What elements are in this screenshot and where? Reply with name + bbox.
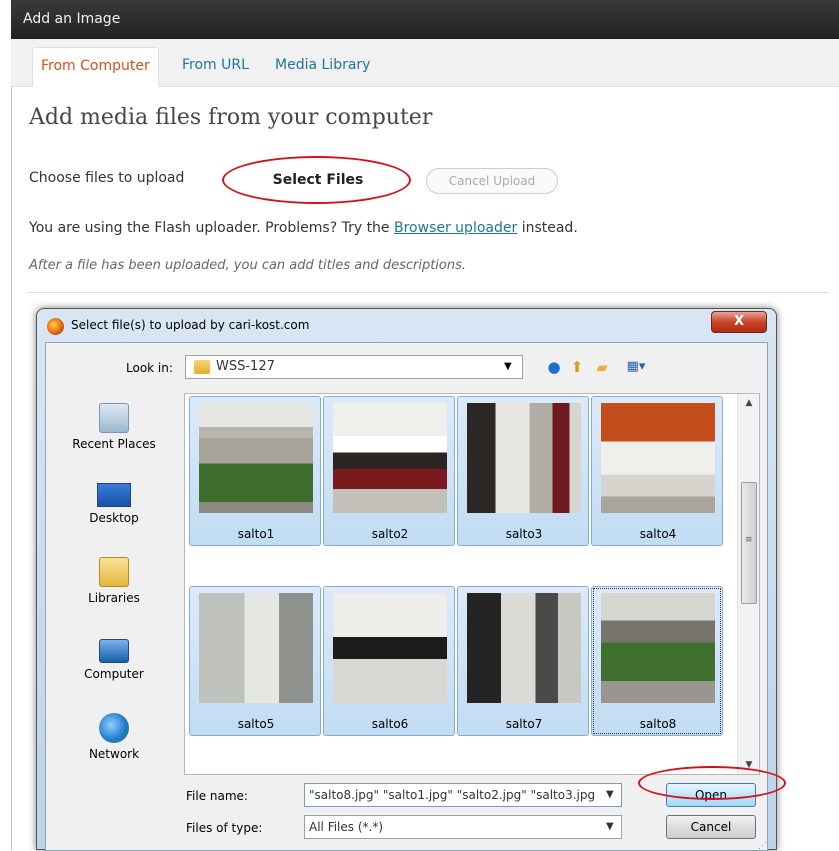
look-in-dropdown-arrow-icon[interactable]: ▼ (504, 355, 512, 379)
file-label: salto4 (639, 527, 677, 541)
thumbnail-image (601, 403, 715, 513)
flash-note-suffix: instead. (521, 220, 578, 236)
place-label: Desktop (89, 511, 139, 525)
file-label: salto8 (639, 717, 677, 731)
computer-icon (99, 639, 129, 663)
files-of-type-label: Files of type: (186, 821, 263, 835)
thumbnail-image (467, 593, 581, 703)
tab-media-library[interactable]: Media Library (267, 47, 378, 87)
file-item-salto4[interactable]: salto4 (591, 396, 723, 546)
highlight-ellipse-select-files (222, 156, 411, 204)
panel-tabs: From Computer From URL Media Library (11, 39, 839, 87)
file-item-salto1[interactable]: salto1 (189, 396, 321, 546)
look-in-select[interactable]: WSS-127 (185, 355, 523, 379)
thumbnail-image (199, 403, 313, 513)
view-menu-icon[interactable]: ▦▾ (620, 357, 652, 377)
place-desktop[interactable]: Desktop (58, 483, 170, 525)
desktop-icon (97, 483, 131, 507)
choose-files-label: Choose files to upload (29, 170, 185, 186)
tab-from-url[interactable]: From URL (174, 47, 257, 87)
thumbnail-image (601, 593, 715, 703)
panel-divider (29, 292, 829, 293)
panel-left-border (11, 39, 12, 850)
thumbnail-image (333, 593, 447, 703)
file-label: salto2 (371, 527, 409, 541)
file-item-salto6[interactable]: salto6 (323, 586, 455, 736)
libraries-icon (99, 557, 129, 587)
new-folder-icon[interactable]: ▰ (592, 357, 612, 377)
scrollbar-thumb[interactable]: ≡ (741, 482, 757, 604)
flash-uploader-note: You are using the Flash uploader. Proble… (29, 220, 578, 236)
file-label: salto6 (371, 717, 409, 731)
place-label: Computer (84, 667, 144, 681)
dialog-close-button[interactable]: X (711, 311, 767, 333)
flash-note-prefix: You are using the Flash uploader. Proble… (29, 220, 390, 236)
file-list[interactable]: salto1 salto2 salto3 salto4 salto5 salto… (184, 393, 760, 775)
file-item-salto3[interactable]: salto3 (457, 396, 589, 546)
place-computer[interactable]: Computer (58, 639, 170, 681)
file-name-dropdown-arrow-icon[interactable]: ▼ (606, 783, 614, 807)
file-name-label: File name: (186, 789, 248, 803)
network-icon (99, 713, 129, 743)
dialog-title-bar[interactable]: Select file(s) to upload by cari-kost.co… (37, 309, 776, 343)
place-label: Libraries (88, 591, 140, 605)
browser-uploader-link[interactable]: Browser uploader (394, 220, 517, 236)
tab-from-computer[interactable]: From Computer (32, 47, 159, 87)
recent-places-icon (99, 403, 129, 433)
files-of-type-dropdown-arrow-icon[interactable]: ▼ (606, 815, 614, 839)
files-of-type-select[interactable]: All Files (*.*) (304, 815, 622, 839)
scroll-up-arrow-icon[interactable]: ▲ (738, 394, 760, 412)
place-label: Recent Places (72, 437, 156, 451)
vertical-scrollbar[interactable]: ▲ ≡ ▼ (737, 394, 759, 774)
cancel-button[interactable]: Cancel (666, 815, 756, 839)
cancel-upload-button[interactable]: Cancel Upload (426, 168, 558, 194)
file-item-salto7[interactable]: salto7 (457, 586, 589, 736)
place-recent-places[interactable]: Recent Places (58, 403, 170, 451)
back-icon[interactable]: ● (544, 357, 564, 377)
grip-icon: ≡ (745, 535, 753, 545)
page-title: Add media files from your computer (29, 105, 433, 130)
panel-title: Add an Image (23, 11, 121, 27)
file-label: salto3 (505, 527, 543, 541)
file-label: salto7 (505, 717, 543, 731)
after-upload-note: After a file has been uploaded, you can … (29, 258, 467, 273)
thumbnail-image (467, 403, 581, 513)
file-label: salto5 (237, 717, 275, 731)
thumbnail-image (333, 403, 447, 513)
file-name-input[interactable]: "salto8.jpg" "salto1.jpg" "salto2.jpg" "… (304, 783, 622, 807)
file-label: salto1 (237, 527, 275, 541)
place-network[interactable]: Network (58, 713, 170, 761)
look-in-label: Look in: (126, 361, 173, 375)
places-bar: Recent Places Desktop Libraries Computer… (58, 393, 170, 775)
panel-title-bar: Add an Image (11, 0, 839, 39)
place-libraries[interactable]: Libraries (58, 557, 170, 605)
file-item-salto5[interactable]: salto5 (189, 586, 321, 736)
highlight-ellipse-open (638, 766, 786, 800)
dialog-title: Select file(s) to upload by cari-kost.co… (71, 318, 310, 332)
up-folder-icon[interactable]: ⬆ (567, 357, 587, 377)
thumbnail-image (199, 593, 313, 703)
folder-icon (194, 360, 210, 374)
file-item-salto8[interactable]: salto8 (591, 586, 723, 736)
firefox-icon (47, 318, 64, 335)
place-label: Network (88, 747, 140, 761)
file-item-salto2[interactable]: salto2 (323, 396, 455, 546)
